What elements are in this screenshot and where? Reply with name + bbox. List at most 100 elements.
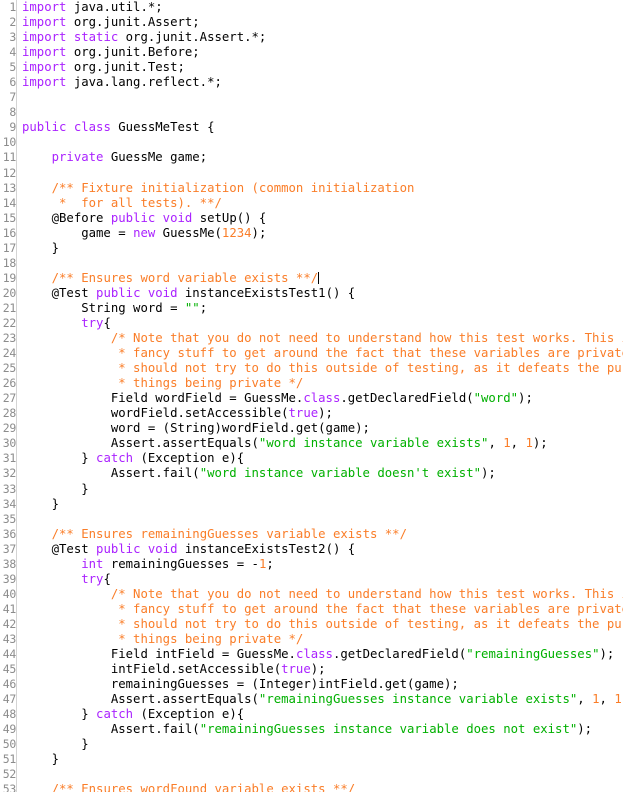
code-text[interactable]: * should not try to do this outside of t…: [17, 617, 623, 632]
code-text[interactable]: [17, 135, 623, 150]
code-text[interactable]: [17, 256, 623, 271]
code-text[interactable]: Assert.fail("word instance variable does…: [17, 466, 623, 481]
code-text[interactable]: private GuessMe game;: [17, 150, 623, 165]
code-text[interactable]: } catch (Exception e){: [17, 451, 623, 466]
code-line[interactable]: 16 game = new GuessMe(1234);: [0, 225, 623, 241]
code-line[interactable]: 4 import org.junit.Before;: [0, 45, 623, 61]
code-text[interactable]: [17, 512, 623, 527]
code-text[interactable]: intField.setAccessible(true);: [17, 662, 623, 677]
code-line[interactable]: 47 Assert.assertEquals("remainingGuesses…: [0, 692, 623, 708]
code-line[interactable]: 41 * fancy stuff to get around the fact …: [0, 601, 623, 617]
code-line[interactable]: 31 } catch (Exception e){: [0, 451, 623, 467]
code-text[interactable]: String word = "";: [17, 301, 623, 316]
code-line[interactable]: 51 }: [0, 752, 623, 768]
code-line[interactable]: 7: [0, 90, 623, 106]
code-lines-container[interactable]: 1 import java.util.*; 2 import org.junit.As…: [0, 0, 623, 792]
code-line[interactable]: 33 }: [0, 481, 623, 497]
code-line[interactable]: 21 String word = "";: [0, 300, 623, 316]
code-line[interactable]: 26 * things being private */: [0, 376, 623, 392]
code-line[interactable]: 36 /** Ensures remainingGuesses variable…: [0, 526, 623, 542]
code-line[interactable]: 53 /** Ensures wordFound variable exists…: [0, 782, 623, 792]
code-line[interactable]: 50 }: [0, 737, 623, 753]
code-text[interactable]: }: [17, 241, 623, 256]
code-line[interactable]: 40 /* Note that you do not need to under…: [0, 586, 623, 602]
code-line[interactable]: 23 /* Note that you do not need to under…: [0, 331, 623, 347]
code-text[interactable]: [17, 767, 623, 782]
code-text[interactable]: import java.lang.reflect.*;: [17, 75, 623, 90]
code-text[interactable]: int remainingGuesses = -1;: [17, 557, 623, 572]
code-line[interactable]: 9 public class GuessMeTest {: [0, 120, 623, 136]
code-text[interactable]: import java.util.*;: [17, 0, 623, 15]
code-line[interactable]: 14 * for all tests). **/: [0, 195, 623, 211]
code-text[interactable]: * things being private */: [17, 632, 623, 647]
code-text[interactable]: wordField.setAccessible(true);: [17, 406, 623, 421]
code-line[interactable]: 17 }: [0, 240, 623, 256]
code-text[interactable]: @Test public void instanceExistsTest1() …: [17, 286, 623, 301]
code-text[interactable]: try{: [17, 572, 623, 587]
code-text[interactable]: * fancy stuff to get around the fact tha…: [17, 602, 623, 617]
code-text[interactable]: [17, 166, 623, 181]
code-text[interactable]: * for all tests). **/: [17, 196, 623, 211]
code-line[interactable]: 19 /** Ensures word variable exists **/: [0, 270, 623, 286]
code-line[interactable]: 28 wordField.setAccessible(true);: [0, 406, 623, 422]
code-text[interactable]: }: [17, 497, 623, 512]
code-line[interactable]: 35: [0, 511, 623, 527]
code-line[interactable]: 25 * should not try to do this outside o…: [0, 361, 623, 377]
code-editor[interactable]: 1 import java.util.*; 2 import org.junit.As…: [0, 0, 623, 792]
code-line[interactable]: 13 /** Fixture initialization (common in…: [0, 180, 623, 196]
code-text[interactable]: remainingGuesses = (Integer)intField.get…: [17, 677, 623, 692]
code-line[interactable]: 5 import org.junit.Test;: [0, 60, 623, 76]
code-text[interactable]: import org.junit.Before;: [17, 45, 623, 60]
code-line[interactable]: 46 remainingGuesses = (Integer)intField.…: [0, 677, 623, 693]
code-line[interactable]: 3 import static org.junit.Assert.*;: [0, 30, 623, 46]
code-line[interactable]: 49 Assert.fail("remainingGuesses instanc…: [0, 722, 623, 738]
code-line[interactable]: 45 intField.setAccessible(true);: [0, 662, 623, 678]
code-line[interactable]: 10: [0, 135, 623, 151]
code-line[interactable]: 42 * should not try to do this outside o…: [0, 616, 623, 632]
code-line[interactable]: 43 * things being private */: [0, 631, 623, 648]
code-line[interactable]: 18: [0, 255, 623, 271]
code-text[interactable]: Field wordField = GuessMe.class.getDecla…: [17, 391, 623, 406]
code-text[interactable]: /** Ensures remainingGuesses variable ex…: [17, 527, 623, 542]
code-text[interactable]: * fancy stuff to get around the fact tha…: [17, 346, 623, 361]
code-line[interactable]: 1 import java.util.*;: [0, 0, 623, 16]
code-text[interactable]: Field intField = GuessMe.class.getDeclar…: [17, 647, 623, 662]
code-text[interactable]: @Before public void setUp() {: [17, 211, 623, 226]
code-text[interactable]: /* Note that you do not need to understa…: [17, 331, 623, 346]
code-text[interactable]: public class GuessMeTest {: [17, 120, 623, 135]
code-text[interactable]: import static org.junit.Assert.*;: [17, 30, 623, 45]
code-line[interactable]: 38 int remainingGuesses = -1;: [0, 556, 623, 572]
code-line[interactable]: 24 * fancy stuff to get around the fact …: [0, 346, 623, 362]
code-text[interactable]: word = (String)wordField.get(game);: [17, 421, 623, 436]
code-text[interactable]: Assert.fail("remainingGuesses instance v…: [17, 722, 623, 737]
code-line[interactable]: 22 try{: [0, 315, 623, 332]
code-text[interactable]: /** Ensures word variable exists **/: [17, 271, 623, 286]
code-text[interactable]: Assert.assertEquals("remainingGuesses in…: [17, 692, 623, 707]
code-line[interactable]: 27 Field wordField = GuessMe.class.getDe…: [0, 391, 623, 407]
code-line[interactable]: 52: [0, 767, 623, 783]
code-text[interactable]: Assert.assertEquals("word instance varia…: [17, 436, 623, 451]
code-line[interactable]: 37 @Test public void instanceExistsTest2…: [0, 541, 623, 557]
code-text[interactable]: }: [17, 737, 623, 752]
code-text[interactable]: import org.junit.Assert;: [17, 15, 623, 30]
code-line[interactable]: 44 Field intField = GuessMe.class.getDec…: [0, 647, 623, 663]
code-line[interactable]: 2 import org.junit.Assert;: [0, 15, 623, 31]
code-text[interactable]: } catch (Exception e){: [17, 707, 623, 722]
code-line[interactable]: 6 import java.lang.reflect.*;: [0, 75, 623, 91]
code-line[interactable]: 12: [0, 165, 623, 181]
code-text[interactable]: /** Ensures wordFound variable exists **…: [17, 782, 623, 792]
code-line[interactable]: 30 Assert.assertEquals("word instance va…: [0, 436, 623, 452]
code-line[interactable]: 11 private GuessMe game;: [0, 150, 623, 166]
code-text[interactable]: }: [17, 482, 623, 497]
code-line[interactable]: 15 @Before public void setUp() {: [0, 210, 623, 226]
code-line[interactable]: 20 @Test public void instanceExistsTest1…: [0, 285, 623, 301]
code-text[interactable]: * should not try to do this outside of t…: [17, 361, 623, 376]
code-text[interactable]: [17, 90, 623, 105]
code-text[interactable]: @Test public void instanceExistsTest2() …: [17, 542, 623, 557]
code-line[interactable]: 8: [0, 105, 623, 121]
code-text[interactable]: /** Fixture initialization (common initi…: [17, 181, 623, 196]
code-text[interactable]: * things being private */: [17, 376, 623, 391]
code-line[interactable]: 48 } catch (Exception e){: [0, 707, 623, 723]
code-text[interactable]: import org.junit.Test;: [17, 60, 623, 75]
code-line[interactable]: 39 try{: [0, 571, 623, 587]
